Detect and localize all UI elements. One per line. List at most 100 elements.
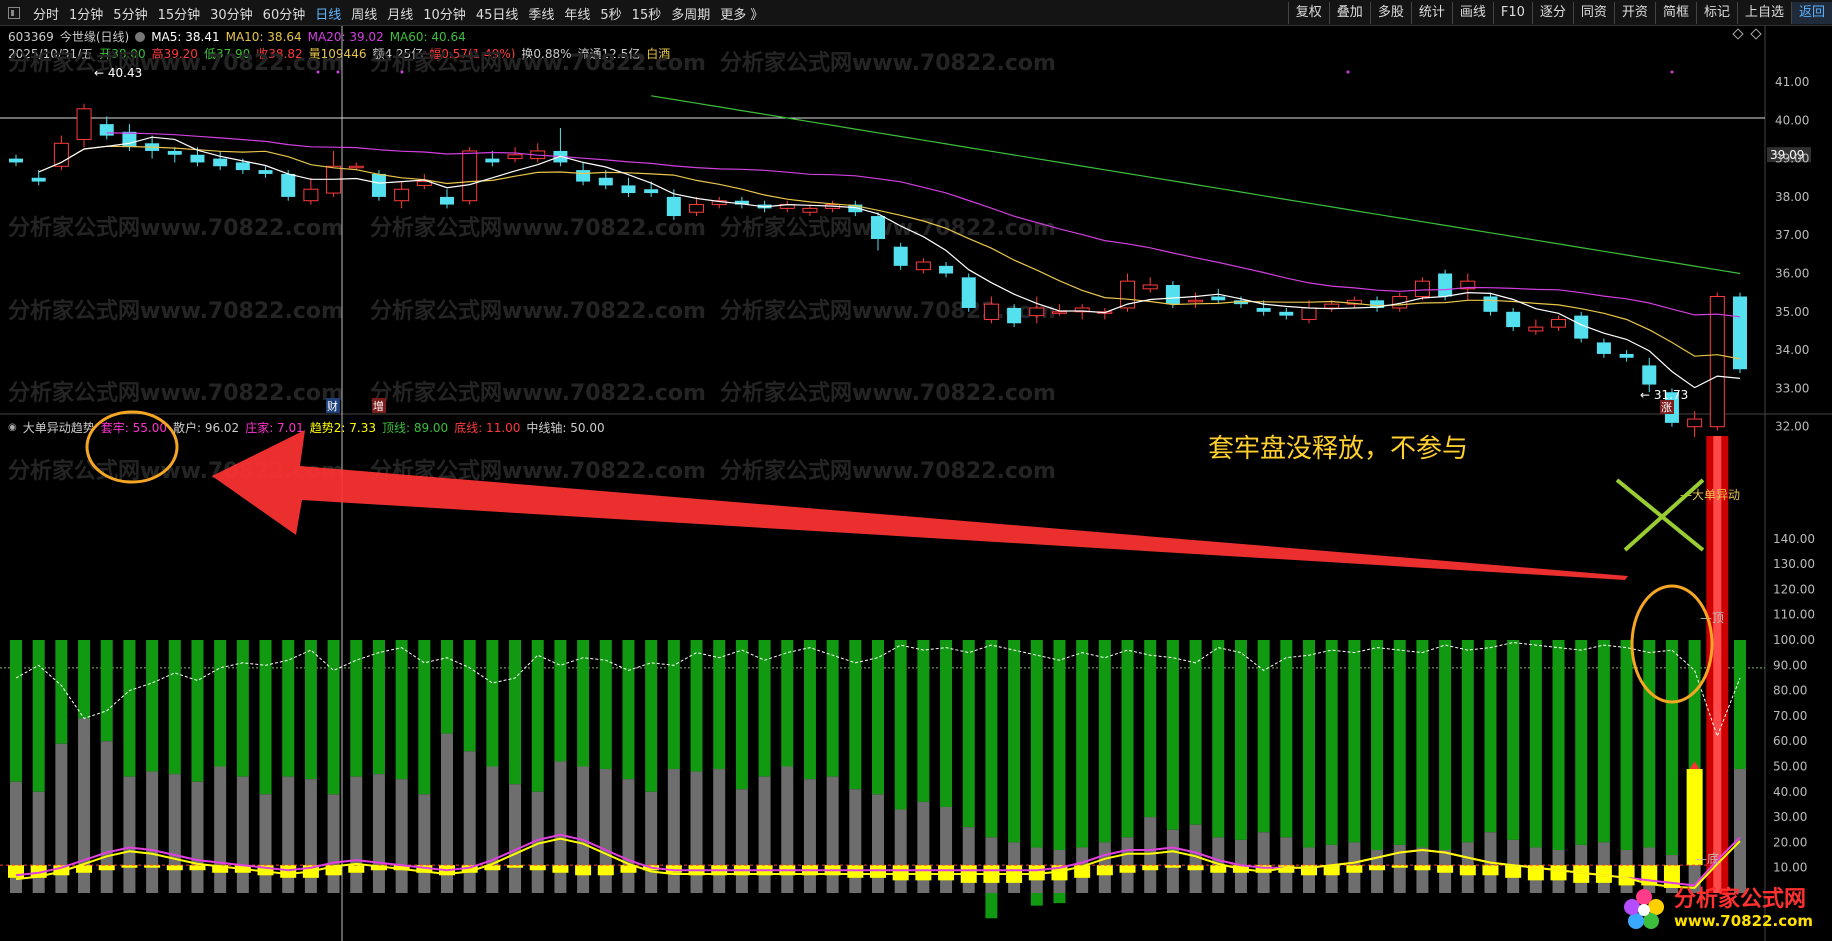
toolbar-button[interactable]: 开资 xyxy=(1613,2,1655,24)
watermark-text: 分析家公式网www.70822.com xyxy=(720,458,1056,484)
toolbar-button[interactable]: 标记 xyxy=(1695,2,1737,24)
candle-body xyxy=(939,265,954,274)
zj-magenta-line xyxy=(15,833,1741,887)
indicator-green-bar xyxy=(1303,640,1315,848)
toolbar-button[interactable]: 简框 xyxy=(1654,2,1696,24)
period-tab[interactable]: 60分钟 xyxy=(258,4,311,23)
indicator-green-bar xyxy=(803,640,816,780)
zhang-label: 涨 xyxy=(1661,401,1672,414)
yellow-base-bar xyxy=(30,865,47,878)
candle-body xyxy=(576,170,591,182)
indicator-green-bar xyxy=(1529,640,1542,848)
period-tab[interactable]: 5分钟 xyxy=(108,4,152,23)
period-tab[interactable]: 15分钟 xyxy=(153,4,206,23)
price-axis-label: 37.00 xyxy=(1775,228,1809,242)
indicator-green-bar xyxy=(577,640,590,767)
diamond-icon[interactable] xyxy=(1750,28,1762,40)
indicator-name: 大单异动趋势 xyxy=(22,421,95,435)
yellow-base-bar xyxy=(1187,865,1204,871)
toolbar-button[interactable]: 上自选 xyxy=(1736,2,1791,24)
toolbar-button[interactable]: 同资 xyxy=(1572,2,1614,24)
indicator-green-bar xyxy=(645,640,658,792)
toolbar-button[interactable]: 统计 xyxy=(1410,2,1452,24)
yellow-base-bar xyxy=(189,865,206,871)
indicator-green-bar xyxy=(1008,640,1021,843)
yellow-base-bar xyxy=(983,865,1000,883)
period-tab[interactable]: 分时 xyxy=(28,4,64,23)
toolbar-button[interactable]: 画线 xyxy=(1451,2,1493,24)
period-tab[interactable]: 周线 xyxy=(346,4,382,23)
indicator-green-bar xyxy=(1234,640,1247,840)
period-tab[interactable]: 日线 xyxy=(310,4,346,23)
period-tab[interactable]: 30分钟 xyxy=(205,4,258,23)
indicator-grey-bar xyxy=(1597,842,1610,893)
indicator-grey-bar xyxy=(962,827,975,893)
indicator-green-bar xyxy=(32,640,45,792)
toolbar-button[interactable]: F10 xyxy=(1492,2,1532,24)
annotation-note: 套牢盘没释放，不参与 xyxy=(1208,434,1469,464)
toolbar-button[interactable]: 多股 xyxy=(1369,2,1411,24)
period-tab[interactable]: 10分钟 xyxy=(418,4,471,23)
indicator-green-bar xyxy=(1212,640,1225,838)
candle-body xyxy=(1324,303,1340,309)
indicator-green-bar xyxy=(191,640,204,782)
indicator-green-bar xyxy=(146,640,159,772)
toolbar-button[interactable]: 返回 xyxy=(1790,2,1832,24)
indicator-grey-bar xyxy=(1507,839,1520,893)
indicator-green-bar xyxy=(690,640,703,772)
candle-body xyxy=(281,173,296,197)
period-tab[interactable]: 月线 xyxy=(382,4,418,23)
indicator-green-bar xyxy=(1098,640,1111,843)
candle-body xyxy=(848,204,863,213)
indicator-green-bar xyxy=(713,640,726,770)
indicator-grey-bar xyxy=(236,776,249,893)
yellow-base-bar xyxy=(643,865,660,871)
indicator-axis-label: 100.00 xyxy=(1773,633,1815,647)
period-tab[interactable]: 更多 》 xyxy=(715,4,768,23)
toolbar-button[interactable]: 复权 xyxy=(1287,2,1329,24)
indicator-green-bar xyxy=(350,640,363,777)
indicator-axis-label: 120.00 xyxy=(1773,582,1815,596)
stock-info-line: 603369 今世缘(日线) MA5: 38.41 MA10: 38.64 MA… xyxy=(8,28,466,45)
indicator-grey-bar xyxy=(1325,844,1338,893)
toolbar-button[interactable]: 逐分 xyxy=(1531,2,1573,24)
indicator-grey-bar xyxy=(214,766,227,893)
period-tab[interactable]: 15秒 xyxy=(627,4,667,23)
indicator-axis-label: 130.00 xyxy=(1773,557,1815,571)
yellow-base-bar xyxy=(711,865,728,876)
indicator-green-bar xyxy=(1484,640,1497,833)
collapse-icon[interactable]: ◉ xyxy=(8,422,17,433)
yellow-base-bar xyxy=(507,865,524,868)
period-tab[interactable]: 季线 xyxy=(523,4,559,23)
kline-chart[interactable]: 分析家公式网www.70822.com 分析家公式网www.70822.com 分析… xyxy=(0,0,1832,941)
yellow-base-bar xyxy=(1210,865,1227,873)
period-tab[interactable]: 45日线 xyxy=(471,4,524,23)
signal-dot xyxy=(316,70,320,74)
yellow-base-bar xyxy=(938,865,955,881)
period-tab[interactable]: 年线 xyxy=(559,4,595,23)
indicator-axis-label: 90.00 xyxy=(1773,658,1807,672)
period-tab[interactable]: 1分钟 xyxy=(64,4,108,23)
settings-dot-icon[interactable] xyxy=(135,31,146,42)
yellow-base-bar xyxy=(597,865,614,876)
candle-body xyxy=(961,277,976,308)
indicator-green-bar xyxy=(1461,640,1474,843)
period-tab[interactable]: 5秒 xyxy=(595,4,626,23)
indicator-green-bar xyxy=(667,640,680,770)
indicator-info-line: ◉ 大单异动趋势 套牢: 55.00 散户: 96.02 庄家: 7.01 趋势… xyxy=(8,419,605,436)
candle-body xyxy=(394,188,410,202)
indicator-grey-bar xyxy=(826,776,839,893)
yellow-base-bar xyxy=(892,865,909,881)
period-tab[interactable]: 多周期 xyxy=(666,4,715,23)
candle-body xyxy=(440,196,454,205)
indicator-grey-bar xyxy=(940,806,953,893)
yellow-base-bar xyxy=(8,865,24,878)
window-icon[interactable] xyxy=(8,7,20,19)
quote-high: 高39.20 xyxy=(151,47,198,61)
indicator-green-bar xyxy=(781,640,794,767)
indicator-green-bar xyxy=(395,640,408,780)
toolbar-button[interactable]: 叠加 xyxy=(1328,2,1370,24)
diamond-icon[interactable] xyxy=(1732,28,1744,40)
yellow-base-bar xyxy=(234,865,251,873)
indicator-grey-bar xyxy=(1234,839,1247,893)
